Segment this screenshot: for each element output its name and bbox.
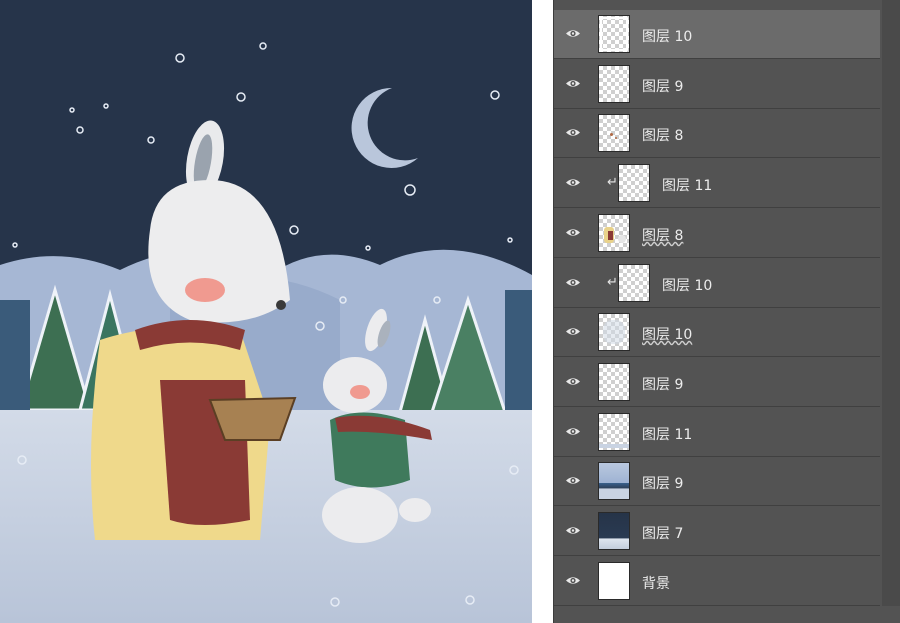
layer-row[interactable]: 图层 11	[554, 408, 880, 457]
layer-thumbnail[interactable]	[618, 264, 650, 302]
layer-name[interactable]: 图层 9	[642, 76, 683, 96]
layer-name[interactable]: 图层 10	[642, 26, 692, 46]
layer-row[interactable]: 图层 7	[554, 507, 880, 556]
layer-name[interactable]: 图层 11	[662, 175, 712, 195]
layer-name[interactable]: 图层 7	[642, 523, 683, 543]
layer-row[interactable]: 图层 9	[554, 60, 880, 109]
visibility-eye-icon[interactable]	[565, 127, 581, 138]
layer-name[interactable]: 图层 9	[642, 473, 683, 493]
visibility-eye-icon[interactable]	[565, 277, 581, 288]
layer-name[interactable]: 图层 8	[642, 225, 683, 245]
visibility-eye-icon[interactable]	[565, 227, 581, 238]
layer-thumbnail[interactable]	[598, 413, 630, 451]
layer-name[interactable]: 图层 10	[642, 324, 692, 344]
visibility-eye-icon[interactable]	[565, 28, 581, 39]
layer-row[interactable]: ↵ 图层 11	[554, 159, 880, 208]
layer-thumbnail[interactable]	[598, 214, 630, 252]
layer-thumbnail[interactable]	[598, 462, 630, 500]
layer-row[interactable]: 图层 9	[554, 358, 880, 407]
layer-thumbnail[interactable]	[598, 114, 630, 152]
layer-thumbnail[interactable]	[618, 164, 650, 202]
layer-thumbnail[interactable]	[598, 562, 630, 600]
layer-name[interactable]: 背景	[642, 573, 670, 593]
layer-row[interactable]: 图层 8	[554, 109, 880, 158]
layer-thumbnail[interactable]	[598, 65, 630, 103]
visibility-eye-icon[interactable]	[565, 376, 581, 387]
layer-thumbnail[interactable]	[598, 512, 630, 550]
layer-name[interactable]: 图层 10	[662, 275, 712, 295]
visibility-eye-icon[interactable]	[565, 177, 581, 188]
layer-thumbnail[interactable]	[598, 363, 630, 401]
visibility-eye-icon[interactable]	[565, 575, 581, 586]
winter-rabbits-illustration	[0, 0, 532, 623]
layer-row[interactable]: 图层 10	[554, 308, 880, 357]
layer-row[interactable]: 图层 8	[554, 209, 880, 258]
layers-scrollbar[interactable]	[882, 0, 900, 606]
visibility-eye-icon[interactable]	[565, 525, 581, 536]
visibility-eye-icon[interactable]	[565, 326, 581, 337]
layer-name[interactable]: 图层 9	[642, 374, 683, 394]
layer-name[interactable]: 图层 11	[642, 424, 692, 444]
visibility-eye-icon[interactable]	[565, 426, 581, 437]
layers-panel: 图层 10 图层 9 图层 8 ↵ 图层 11 图层 8 ↵ 图层 10 图层 10 图层 9 图层…	[553, 0, 900, 623]
clipping-mask-arrow-icon: ↵	[607, 175, 618, 190]
layer-row[interactable]: 图层 9	[554, 457, 880, 506]
artwork-canvas[interactable]	[0, 0, 532, 623]
clipping-mask-arrow-icon: ↵	[607, 275, 618, 290]
layer-row[interactable]: ↵ 图层 10	[554, 259, 880, 308]
visibility-eye-icon[interactable]	[565, 475, 581, 486]
layer-name[interactable]: 图层 8	[642, 125, 683, 145]
layer-thumbnail[interactable]	[598, 313, 630, 351]
layer-thumbnail[interactable]	[598, 15, 630, 53]
layer-row[interactable]: 图层 10	[554, 10, 880, 59]
visibility-eye-icon[interactable]	[565, 78, 581, 89]
layer-row[interactable]: 背景	[554, 557, 880, 606]
